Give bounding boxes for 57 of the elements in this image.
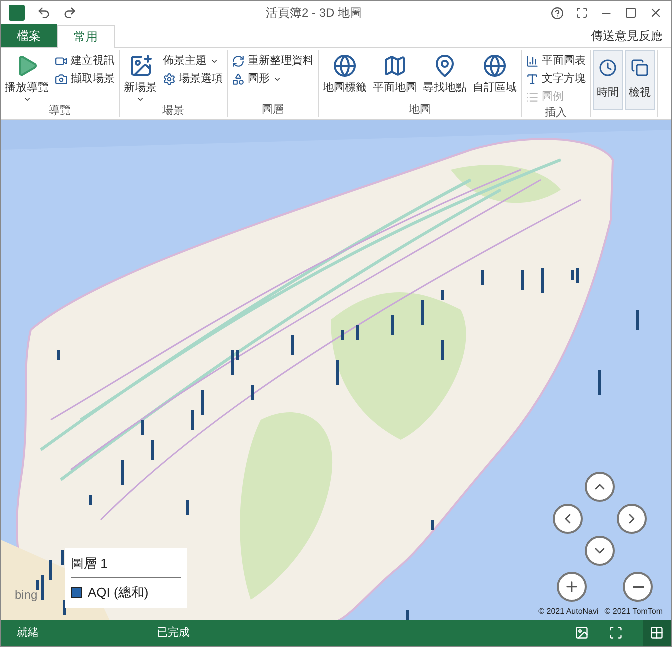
globe-icon — [483, 54, 507, 78]
legend-label: AQI (總和) — [88, 584, 149, 602]
ribbon-button[interactable]: 地圖標籤 — [321, 50, 369, 95]
gear-icon — [163, 72, 176, 86]
zoom-in-icon — [564, 579, 580, 595]
status-text: 已完成 — [157, 626, 190, 641]
ribbon-button[interactable]: 擷取場景 — [53, 70, 117, 88]
redo-icon[interactable] — [63, 6, 77, 20]
fullscreen-icon[interactable] — [576, 7, 588, 19]
picture-icon[interactable] — [575, 626, 589, 640]
group-label: 場景 — [162, 104, 186, 118]
group-label: 地圖 — [408, 103, 432, 117]
video-icon — [55, 54, 68, 68]
globe-icon — [333, 54, 357, 78]
group-label: 圖層 — [261, 103, 285, 117]
grid-icon — [650, 626, 664, 640]
shapes-icon — [232, 72, 245, 86]
ribbon-button[interactable]: 重新整理資料 — [230, 52, 316, 70]
picture-icon — [128, 54, 152, 78]
ribbon-button[interactable]: 場景選項 — [161, 70, 225, 88]
ribbon-button[interactable]: 播放導覽 — [3, 50, 51, 104]
ribbon-tab[interactable]: 檔案 — [1, 24, 57, 47]
group-label: 插入 — [544, 106, 568, 120]
undo-icon[interactable] — [37, 6, 51, 20]
map-attribution: © 2021 AutoNavi — [538, 606, 599, 618]
map-icon — [383, 54, 407, 78]
frame-icon[interactable] — [609, 626, 623, 640]
grid-view-button[interactable] — [643, 620, 671, 646]
group-label: 導覽 — [48, 104, 72, 118]
help-icon[interactable] — [551, 6, 564, 20]
ribbon-button[interactable]: 圖形 — [230, 70, 316, 88]
ribbon-button[interactable]: 平面圖表 — [524, 52, 588, 70]
refresh-icon — [232, 54, 245, 68]
feedback-link[interactable]: 傳送意見反應 — [583, 27, 671, 45]
ribbon-button[interactable]: 檢視 — [625, 50, 655, 110]
ribbon-button[interactable]: 平面地圖 — [371, 50, 419, 95]
ribbon-tab[interactable]: 常用 — [57, 25, 115, 48]
ribbon-button[interactable]: 建立視訊 — [53, 52, 117, 70]
map-attribution: © 2021 TomTom — [604, 606, 663, 618]
ribbon-button[interactable]: 時間 — [593, 50, 623, 110]
clock-icon — [599, 59, 617, 77]
ribbon-button[interactable]: 自訂區域 — [471, 50, 519, 95]
ribbon-button[interactable]: 尋找地點 — [421, 50, 469, 95]
ribbon-button[interactable]: 文字方塊 — [524, 70, 588, 88]
text-icon — [526, 72, 539, 86]
maximize-icon[interactable] — [625, 7, 637, 19]
bar-chart-icon — [526, 54, 539, 68]
status-text: 就緒 — [17, 626, 40, 641]
ribbon-button[interactable]: 佈景主題 — [161, 52, 225, 70]
window-title: 活頁簿2 - 3D 地圖 — [264, 5, 363, 22]
windows-icon — [631, 59, 649, 77]
camera-icon — [55, 72, 68, 86]
pin-icon — [433, 54, 457, 78]
close-icon[interactable] — [649, 6, 663, 20]
ribbon-button[interactable]: 新場景 — [122, 50, 159, 104]
bing-logo: bing — [15, 587, 38, 604]
legend-title: 圖層 1 — [71, 554, 181, 578]
